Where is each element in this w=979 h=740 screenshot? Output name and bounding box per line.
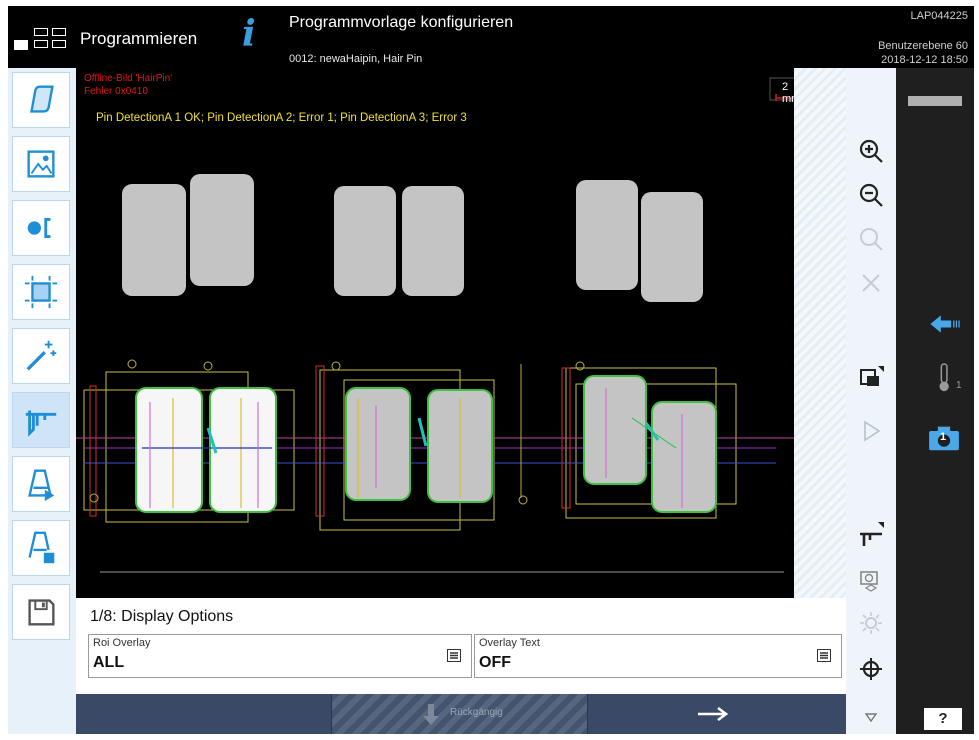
- image-viewport[interactable]: Offline-Bild 'HairPin' Fehler 0x0410 Pin…: [76, 68, 800, 598]
- crop-region-icon: [24, 275, 58, 309]
- chevron-down-icon: [864, 713, 878, 723]
- camera-stack-button[interactable]: [854, 562, 888, 596]
- caliper-tool-button[interactable]: [12, 392, 70, 448]
- navigation-bar: Rückgängig: [76, 694, 846, 734]
- options-title: 1/8: Display Options: [90, 608, 234, 625]
- page-title: Programmvorlage konfigurieren: [289, 14, 514, 31]
- back-arrow-icon: [930, 315, 960, 333]
- circle-tool-button[interactable]: [12, 200, 70, 256]
- program-name: 0012: newaHaipin, Hair Pin: [289, 53, 423, 65]
- brightness-icon: [860, 612, 882, 634]
- template-play-icon: [28, 469, 55, 502]
- app-title: Programmieren: [80, 29, 198, 48]
- thermometer-badge: 1: [956, 380, 962, 391]
- overlay-text-select[interactable]: Overlay Text OFF: [474, 634, 842, 678]
- overlay-text-value: OFF: [479, 654, 511, 671]
- template-stop-icon: [28, 531, 55, 564]
- crop-tool-button[interactable]: [12, 264, 70, 320]
- fullscreen-button[interactable]: [854, 266, 888, 300]
- play-button[interactable]: [854, 414, 888, 448]
- image-tool-button[interactable]: [12, 136, 70, 192]
- more-tools-button[interactable]: [854, 700, 888, 734]
- error-code: Fehler 0x0410: [84, 86, 148, 97]
- user-level: Benutzerebene 60: [878, 40, 968, 52]
- info-icon[interactable]: i: [242, 14, 256, 54]
- viewport-scroll-area[interactable]: [794, 68, 846, 598]
- camera-button[interactable]: 1: [924, 420, 964, 456]
- image-layers-button[interactable]: [854, 360, 888, 394]
- offline-image-label: Offline-Bild 'HairPin': [84, 73, 173, 84]
- template-run-button[interactable]: [12, 456, 70, 512]
- image-layers-icon: [860, 366, 884, 386]
- previous-button[interactable]: [76, 694, 332, 734]
- measure-tool-icon: [860, 522, 884, 546]
- fullscreen-icon: [862, 274, 880, 292]
- next-button[interactable]: [588, 694, 846, 734]
- save-button[interactable]: [12, 584, 70, 640]
- arrow-right-icon: [698, 706, 729, 722]
- zoom-fit-icon: [860, 228, 883, 251]
- camera-stack-icon: [860, 571, 878, 592]
- right-toolbar: [846, 68, 896, 734]
- zoom-out-icon: [859, 183, 883, 207]
- shape-icon: [30, 85, 54, 113]
- detection-status: Pin DetectionA 1 OK; Pin DetectionA 2; E…: [96, 112, 467, 124]
- options-panel: 1/8: Display Options Roi Overlay ALL Ove…: [76, 598, 846, 694]
- measure-tool-button[interactable]: [854, 518, 888, 552]
- image-icon: [27, 150, 55, 178]
- overlay-text-label: Overlay Text: [479, 637, 540, 649]
- roi-overlay-select[interactable]: Roi Overlay ALL: [88, 634, 472, 678]
- zoom-fit-button[interactable]: [854, 222, 888, 256]
- back-arrow-button[interactable]: [926, 306, 966, 342]
- header-bar: Programmieren i Programmvorlage konfigur…: [8, 6, 974, 68]
- template-stop-button[interactable]: [12, 520, 70, 576]
- roi-overlay-label: Roi Overlay: [93, 637, 151, 649]
- inspection-image: [76, 77, 794, 573]
- temperature-indicator: 1: [926, 360, 966, 396]
- circle-bracket-icon: [27, 218, 51, 238]
- undo-label: Rückgängig: [450, 707, 503, 718]
- zoom-out-button[interactable]: [854, 178, 888, 212]
- play-icon: [864, 420, 881, 442]
- list-icon: [447, 649, 461, 662]
- main-menu-icon[interactable]: [14, 28, 74, 50]
- datetime: 2018-12-12 18:50: [881, 54, 968, 66]
- device-id: LAP044225: [910, 10, 969, 22]
- left-toolbar: [8, 68, 76, 734]
- panel-handle[interactable]: [908, 96, 962, 106]
- roi-overlay-value: ALL: [93, 654, 125, 671]
- zoom-in-button[interactable]: [854, 134, 888, 168]
- camera-badge: 1: [940, 431, 947, 443]
- caliper-icon: [25, 410, 57, 437]
- undo-button[interactable]: Rückgängig: [332, 694, 588, 734]
- arrow-down-icon: [423, 704, 439, 725]
- magic-wand-icon: [26, 340, 57, 371]
- save-icon: [28, 599, 55, 626]
- wand-tool-button[interactable]: [12, 328, 70, 384]
- zoom-in-icon: [859, 139, 883, 163]
- shape-tool-button[interactable]: [12, 72, 70, 128]
- crosshair-icon: [860, 658, 882, 680]
- side-panel: 1 1 ?: [896, 68, 974, 734]
- list-icon: [817, 649, 831, 662]
- brightness-button[interactable]: [854, 606, 888, 640]
- crosshair-button[interactable]: [854, 652, 888, 686]
- app-window: Programmieren i Programmvorlage konfigur…: [8, 6, 974, 734]
- help-button[interactable]: ?: [924, 708, 962, 730]
